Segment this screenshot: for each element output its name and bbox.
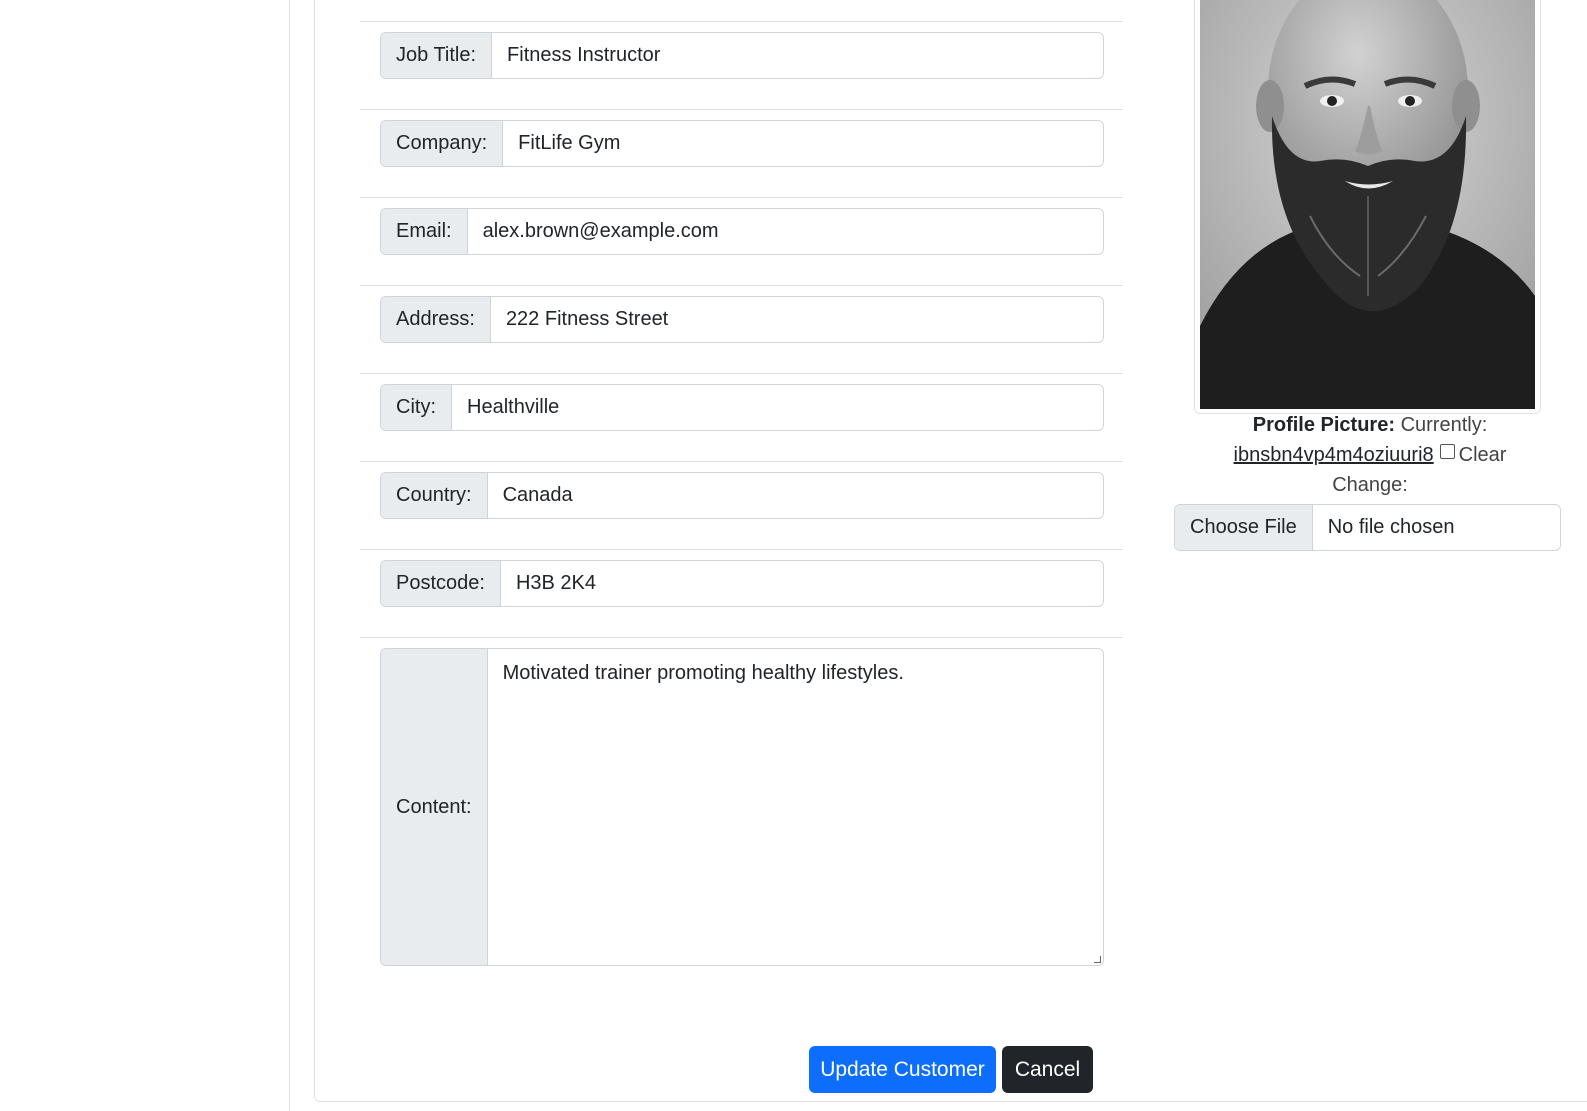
- sidebar-divider: [289, 0, 290, 1111]
- currently-label: Currently:: [1400, 414, 1488, 436]
- content-label: Content:: [381, 649, 488, 965]
- person-portrait-image: [1200, 0, 1535, 409]
- job-title-input[interactable]: [492, 33, 1103, 78]
- divider: [360, 637, 1123, 638]
- address-input[interactable]: [490, 297, 1103, 342]
- profile-picture-heading: Profile Picture: Currently:: [1170, 414, 1570, 437]
- profile-picture-label: Profile Picture:: [1252, 414, 1395, 436]
- country-input[interactable]: [487, 473, 1103, 518]
- email-group: Email:: [380, 208, 1104, 255]
- update-customer-button[interactable]: Update Customer: [809, 1046, 996, 1093]
- change-label: Change:: [1332, 474, 1408, 496]
- divider: [360, 549, 1123, 550]
- clear-label: Clear: [1458, 444, 1507, 466]
- divider: [360, 373, 1123, 374]
- profile-picture-frame: [1194, 0, 1541, 414]
- divider: [360, 461, 1123, 462]
- current-file-row: ibnsbn4vp4m4oziuuri8 Clear: [1170, 444, 1570, 467]
- city-group: City:: [380, 384, 1104, 431]
- address-label: Address:: [381, 297, 491, 342]
- cancel-button[interactable]: Cancel: [1002, 1046, 1093, 1093]
- file-status-text: No file chosen: [1327, 516, 1455, 538]
- divider: [360, 109, 1123, 110]
- company-group: Company:: [380, 120, 1104, 167]
- job-title-label: Job Title:: [381, 33, 493, 78]
- profile-photo: [1200, 0, 1535, 409]
- current-file-link[interactable]: ibnsbn4vp4m4oziuuri8: [1234, 444, 1434, 466]
- clear-checkbox[interactable]: [1439, 444, 1455, 459]
- email-input[interactable]: [467, 209, 1103, 254]
- resize-handle-icon[interactable]: [1094, 956, 1101, 963]
- divider: [360, 197, 1123, 198]
- email-label: Email:: [381, 209, 468, 254]
- city-input[interactable]: [452, 385, 1103, 430]
- choose-file-button[interactable]: Choose File: [1175, 505, 1313, 550]
- postcode-input[interactable]: [500, 561, 1103, 606]
- content-group: Content: Motivated trainer promoting hea…: [380, 648, 1104, 966]
- company-input[interactable]: [503, 121, 1103, 166]
- address-group: Address:: [380, 296, 1104, 343]
- divider: [360, 285, 1123, 286]
- company-label: Company:: [381, 121, 504, 166]
- postcode-group: Postcode:: [380, 560, 1104, 607]
- divider: [360, 21, 1123, 22]
- content-textarea[interactable]: Motivated trainer promoting healthy life…: [487, 649, 1103, 965]
- city-label: City:: [381, 385, 452, 430]
- postcode-label: Postcode:: [381, 561, 501, 606]
- country-label: Country:: [381, 473, 488, 518]
- country-group: Country:: [380, 472, 1104, 519]
- file-input[interactable]: Choose File No file chosen: [1174, 504, 1561, 551]
- job-title-group: Job Title:: [380, 32, 1104, 79]
